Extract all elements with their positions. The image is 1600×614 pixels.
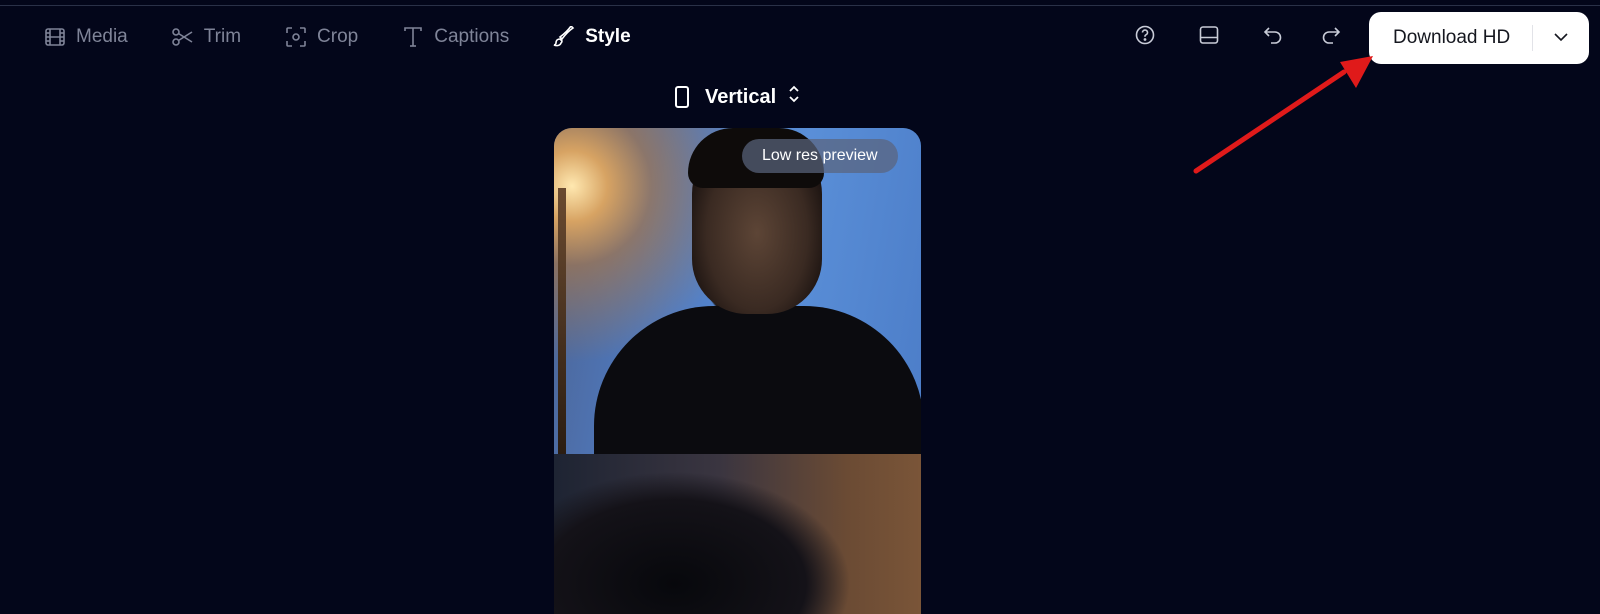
annotation-arrow bbox=[1193, 56, 1373, 174]
